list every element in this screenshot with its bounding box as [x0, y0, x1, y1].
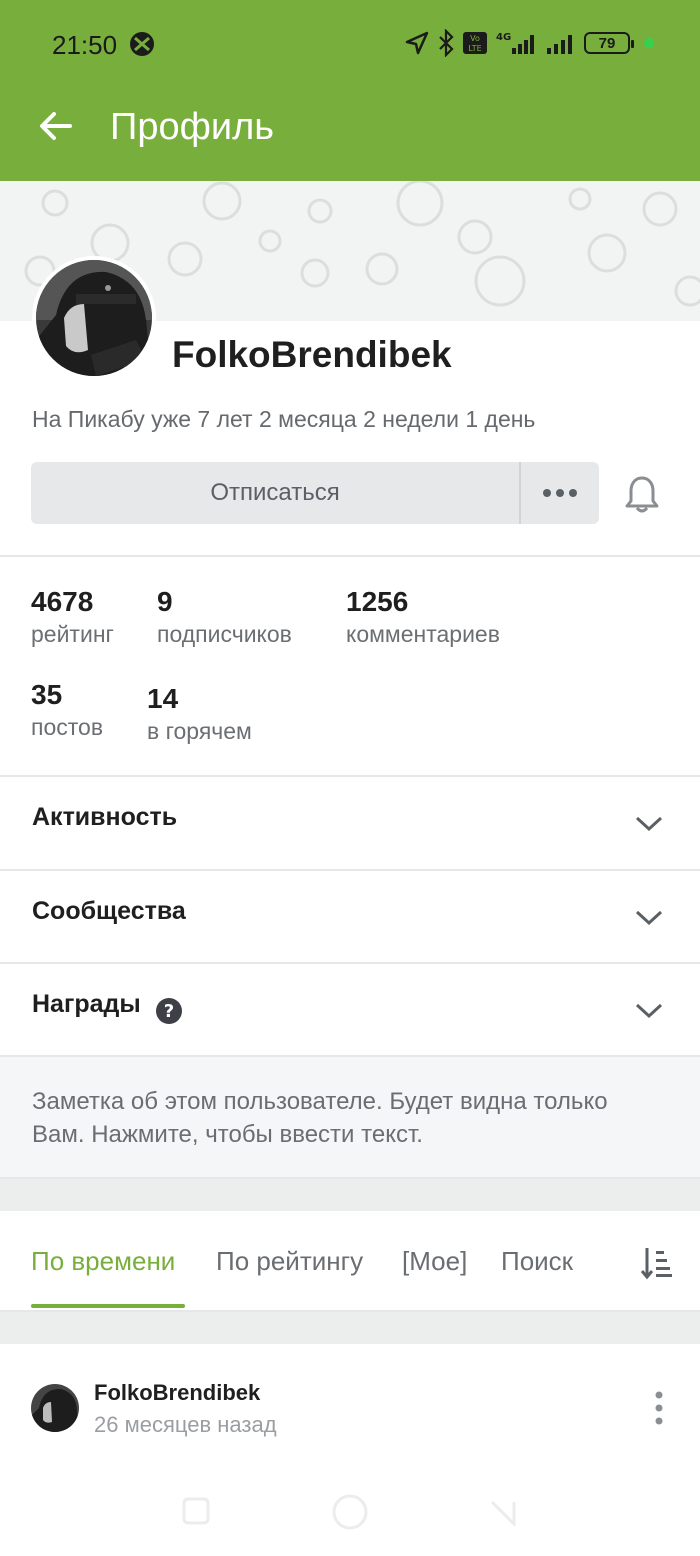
section-spacer [0, 1312, 700, 1344]
back-arrow-icon[interactable] [34, 104, 78, 148]
volte-icon: VoLTE [463, 32, 487, 54]
stat-comments[interactable]: 1256 комментариев [346, 586, 500, 650]
svg-text:4G: 4G [496, 32, 511, 43]
tab-search[interactable]: Поиск [501, 1246, 573, 1277]
page-title: Профиль [110, 106, 275, 148]
section-label: Награды [32, 990, 141, 1018]
post-timestamp: 26 месяцев назад [94, 1412, 277, 1437]
profile-username: FolkoBrendibek [172, 334, 452, 375]
back-nav-icon[interactable] [488, 1496, 518, 1526]
chevron-down-icon [635, 816, 663, 832]
svg-text:?: ? [164, 1001, 174, 1022]
active-tab-indicator [31, 1304, 185, 1308]
profile-since: На Пикабу уже 7 лет 2 месяца 2 недели 1 … [32, 406, 536, 432]
stat-rating[interactable]: 4678 рейтинг [31, 586, 114, 650]
unsubscribe-button[interactable]: Отписаться [31, 462, 521, 524]
chevron-down-icon [635, 910, 663, 926]
posts-tabs: По времени По рейтингу [Мое] Поиск [0, 1212, 700, 1312]
svg-text:Vo: Vo [470, 34, 480, 43]
stat-value: 14 [147, 683, 179, 714]
stat-value: 35 [31, 679, 63, 710]
stat-hot[interactable]: 14 в горячем [147, 683, 252, 747]
divider [0, 555, 700, 557]
svg-text:LTE: LTE [468, 44, 481, 53]
profile-avatar[interactable] [32, 256, 156, 380]
stat-label: рейтинг [31, 621, 114, 647]
stat-label: в горячем [147, 718, 252, 744]
user-note-field[interactable]: Заметка об этом пользователе. Будет видн… [0, 1057, 700, 1177]
signal-icon [547, 35, 572, 54]
section-awards[interactable]: Награды ? [0, 964, 700, 1056]
more-options-button[interactable] [521, 462, 599, 524]
status-icons: Vo LTE 4G 79 [404, 28, 654, 58]
more-vertical-icon[interactable] [648, 1390, 670, 1426]
stat-posts[interactable]: 35 постов [31, 679, 103, 743]
privacy-indicator-dot [644, 38, 654, 48]
tab-by-rating[interactable]: По рейтингу [216, 1246, 363, 1277]
app-header: 21:50 Vo LTE 4G 79 Профиль [0, 0, 700, 181]
stat-value: 1256 [346, 586, 409, 617]
section-label: Сообщества [32, 897, 186, 925]
system-navigation-bar [0, 1470, 700, 1556]
tab-by-time[interactable]: По времени [31, 1246, 175, 1277]
stat-label: подписчиков [157, 621, 292, 647]
avatar-image [36, 260, 152, 376]
stat-label: комментариев [346, 621, 500, 647]
stat-subscribers[interactable]: 9 подписчиков [157, 586, 292, 650]
section-spacer [0, 1179, 700, 1211]
recent-apps-icon[interactable] [181, 1496, 211, 1526]
post-author-name[interactable]: FolkoBrendibek [94, 1380, 260, 1406]
section-activity[interactable]: Активность [0, 777, 700, 869]
xbox-icon [130, 32, 154, 56]
more-horizontal-icon [543, 489, 577, 497]
chevron-down-icon [635, 1003, 663, 1019]
user-note-placeholder: Заметка об этом пользователе. Будет видн… [32, 1088, 608, 1148]
stat-label: постов [31, 714, 104, 740]
sort-icon[interactable] [640, 1246, 672, 1280]
4g-signal-icon: 4G [496, 32, 534, 54]
stat-value: 4678 [31, 586, 94, 617]
bluetooth-icon [439, 29, 454, 57]
section-communities[interactable]: Сообщества [0, 871, 700, 963]
subscription-actions: Отписаться [31, 462, 599, 524]
help-icon[interactable]: ? [155, 997, 183, 1025]
status-time: 21:50 [52, 30, 118, 60]
stat-value: 9 [157, 586, 173, 617]
home-icon[interactable] [330, 1492, 370, 1532]
bell-icon[interactable] [624, 474, 660, 514]
location-icon [405, 31, 429, 55]
post-author-avatar[interactable] [31, 1384, 79, 1432]
avatar-image [31, 1384, 79, 1432]
section-label: Активность [32, 803, 178, 831]
battery-icon: 79 [584, 32, 634, 54]
tab-mine[interactable]: [Мое] [402, 1246, 467, 1277]
